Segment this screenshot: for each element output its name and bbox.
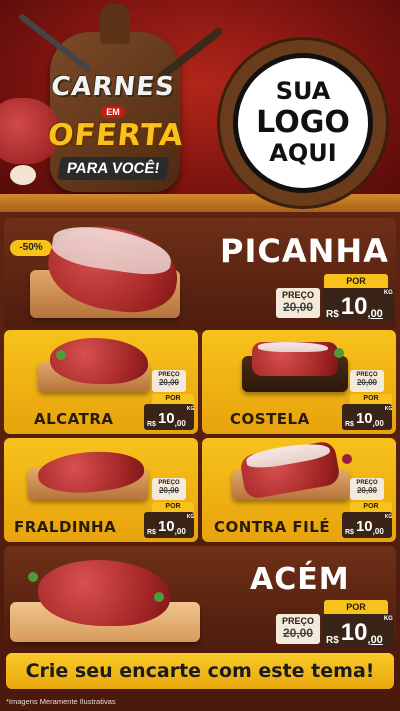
old-price: 20,00 [356, 378, 378, 387]
herb-garnish [154, 592, 164, 602]
old-price-box: PREÇO 20,00 [276, 614, 320, 644]
product-name: CONTRA FILÉ [214, 518, 331, 536]
logo-placeholder[interactable]: SUA LOGO AQUI [233, 53, 373, 193]
old-price: 20,00 [158, 378, 180, 387]
discount-badge: -50% [10, 240, 52, 256]
price-decimal: 00 [374, 527, 384, 536]
alcatra-meat-image [50, 338, 148, 384]
new-price-box: R$ 10 , 00 KG [322, 288, 394, 322]
unit-label: KG [384, 514, 393, 520]
title-em-badge: EM [101, 106, 125, 118]
new-price-box: R$ 10 , 00 KG [342, 404, 392, 430]
por-label: POR [152, 394, 194, 404]
preco-label: PREÇO [281, 290, 314, 300]
old-price-box: PREÇO 20,00 [350, 478, 384, 500]
product-name: ACÉM [250, 562, 350, 597]
product-name: COSTELA [230, 410, 310, 428]
header-banner: CARNES EM OFERTA PARA VOCÊ! SUA LOGO AQU… [0, 0, 400, 212]
product-card-contra-file[interactable]: CONTRA FILÉ PREÇO 20,00 POR R$ 10 , 00 K… [202, 438, 396, 542]
price-integer: 10 [355, 410, 373, 427]
title-para-voce: PARA VOCÊ! [57, 157, 169, 180]
currency-symbol: R$ [326, 635, 339, 646]
old-price: 20,00 [282, 626, 314, 640]
price-decimal: 00 [370, 634, 383, 646]
por-label: POR [350, 502, 392, 512]
new-price-box: R$ 10 , 00 KG [322, 614, 394, 648]
product-name: ALCATRA [34, 410, 114, 428]
new-price-box: R$ 10 , 00 KG [342, 512, 392, 538]
disclaimer-text: *Imagens Meramente Ilustrativas [6, 697, 116, 706]
old-price: 20,00 [158, 486, 180, 495]
por-label: POR [152, 502, 194, 512]
old-price: 20,00 [282, 300, 314, 314]
currency-symbol: R$ [326, 309, 339, 320]
price-decimal: 00 [176, 527, 186, 536]
old-price-box: PREÇO 20,00 [152, 478, 186, 500]
price-integer: 10 [157, 410, 175, 427]
price-integer: 10 [340, 293, 368, 320]
unit-label: KG [383, 290, 393, 296]
logo-text-aqui: AQUI [269, 139, 337, 168]
headline: CARNES EM OFERTA PARA VOCÊ! [46, 72, 186, 180]
cta-text: Crie seu encarte com este tema! [25, 660, 375, 682]
price-integer: 10 [340, 619, 368, 646]
unit-label: KG [186, 406, 195, 412]
herb-garnish [28, 572, 38, 582]
product-card-acem[interactable]: ACÉM POR PREÇO 20,00 R$ 10 , 00 KG [4, 546, 396, 650]
logo-text-sua: SUA [275, 77, 331, 106]
product-card-picanha[interactable]: -50% PICANHA POR PREÇO 20,00 R$ 10 , 00 … [4, 218, 396, 330]
meat-fat-cap [258, 342, 328, 352]
price-integer: 10 [355, 518, 373, 535]
title-carnes: CARNES [49, 72, 177, 102]
logo-text-logo: LOGO [256, 104, 350, 140]
new-price-box: R$ 10 , 00 KG [144, 404, 194, 430]
price-decimal: 00 [176, 419, 186, 428]
currency-symbol: R$ [345, 421, 354, 428]
acem-meat-image [38, 560, 170, 626]
product-card-costela[interactable]: COSTELA PREÇO 20,00 POR R$ 10 , 00 KG [202, 330, 396, 434]
price-decimal: 00 [374, 419, 384, 428]
por-label: POR [350, 394, 392, 404]
cta-banner[interactable]: Crie seu encarte com este tema! [6, 653, 394, 689]
unit-label: KG [383, 616, 393, 622]
currency-symbol: R$ [147, 529, 156, 536]
product-name: PICANHA [220, 232, 389, 270]
unit-label: KG [384, 406, 393, 412]
herb-garnish [56, 350, 66, 360]
new-price-box: R$ 10 , 00 KG [144, 512, 194, 538]
onion-garnish [342, 454, 352, 464]
herb-garnish [334, 348, 344, 358]
por-label: POR [324, 600, 388, 614]
price-integer: 10 [157, 518, 175, 535]
product-card-alcatra[interactable]: ALCATRA PREÇO 20,00 POR R$ 10 , 00 KG [4, 330, 198, 434]
old-price: 20,00 [356, 486, 378, 495]
old-price-box: PREÇO 20,00 [276, 288, 320, 318]
old-price-box: PREÇO 20,00 [350, 370, 384, 392]
por-label: POR [324, 274, 388, 288]
currency-symbol: R$ [147, 421, 156, 428]
product-name: FRALDINHA [14, 518, 117, 536]
price-decimal: 00 [370, 308, 383, 320]
product-card-fraldinha[interactable]: FRALDINHA PREÇO 20,00 POR R$ 10 , 00 KG [4, 438, 198, 542]
currency-symbol: R$ [345, 529, 354, 536]
old-price-box: PREÇO 20,00 [152, 370, 186, 392]
title-oferta: OFERTA [46, 118, 186, 153]
preco-label: PREÇO [281, 616, 314, 626]
cutting-board-handle [100, 4, 130, 44]
unit-label: KG [186, 514, 195, 520]
egg-image [10, 165, 36, 185]
